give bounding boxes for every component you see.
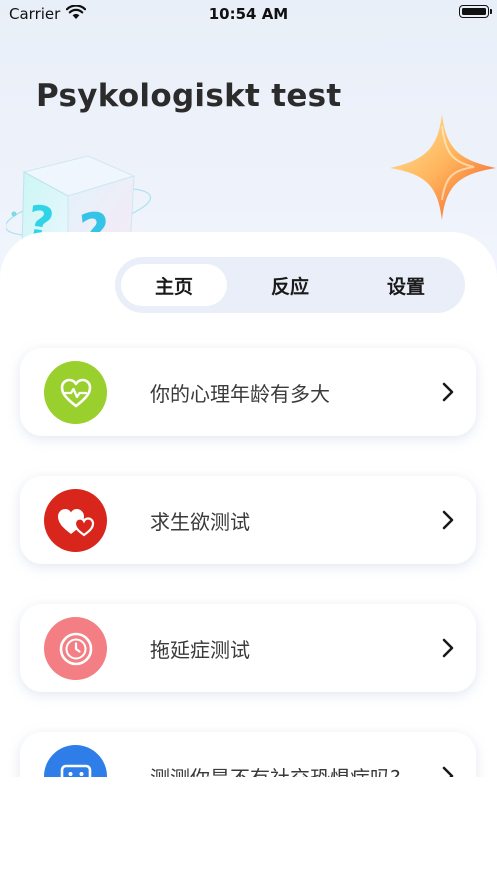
chevron-right-icon xyxy=(442,638,454,658)
robot-face-icon xyxy=(44,745,107,777)
status-bar: Carrier 10:54 AM xyxy=(0,0,497,30)
star-sparkle-icon xyxy=(390,114,496,220)
test-card-label: 求生欲测试 xyxy=(150,510,250,534)
tab-home[interactable]: 主页 xyxy=(121,264,227,306)
chevron-right-icon xyxy=(442,510,454,530)
clock-time: 10:54 AM xyxy=(208,5,289,23)
test-card-label: 测测你是不有社交恐惧症吗? xyxy=(150,762,401,777)
battery-icon xyxy=(459,5,492,18)
chevron-right-icon xyxy=(442,382,454,402)
clock-icon xyxy=(44,617,107,680)
test-card-label: 你的心理年龄有多大 xyxy=(150,382,330,406)
test-card-procrastination[interactable]: 拖延症测试 xyxy=(20,604,476,692)
chevron-right-icon xyxy=(442,766,454,777)
hearts-icon xyxy=(44,489,107,552)
content-sheet: 主页 反应 设置 你的心理年龄有多大 求生欲测试 拖延症测试 xyxy=(0,232,497,777)
tab-bar: 主页 反应 设置 xyxy=(115,257,465,313)
heart-pulse-icon xyxy=(44,361,107,424)
page-title: Psykologiskt test xyxy=(36,78,342,114)
tab-settings[interactable]: 设置 xyxy=(353,264,459,306)
tab-reaction[interactable]: 反应 xyxy=(237,264,343,306)
test-card-psych-age[interactable]: 你的心理年龄有多大 xyxy=(20,348,476,436)
test-card-label: 拖延症测试 xyxy=(150,638,250,662)
test-card-social-anxiety[interactable]: 测测你是不有社交恐惧症吗? xyxy=(20,732,476,777)
test-card-survival[interactable]: 求生欲测试 xyxy=(20,476,476,564)
